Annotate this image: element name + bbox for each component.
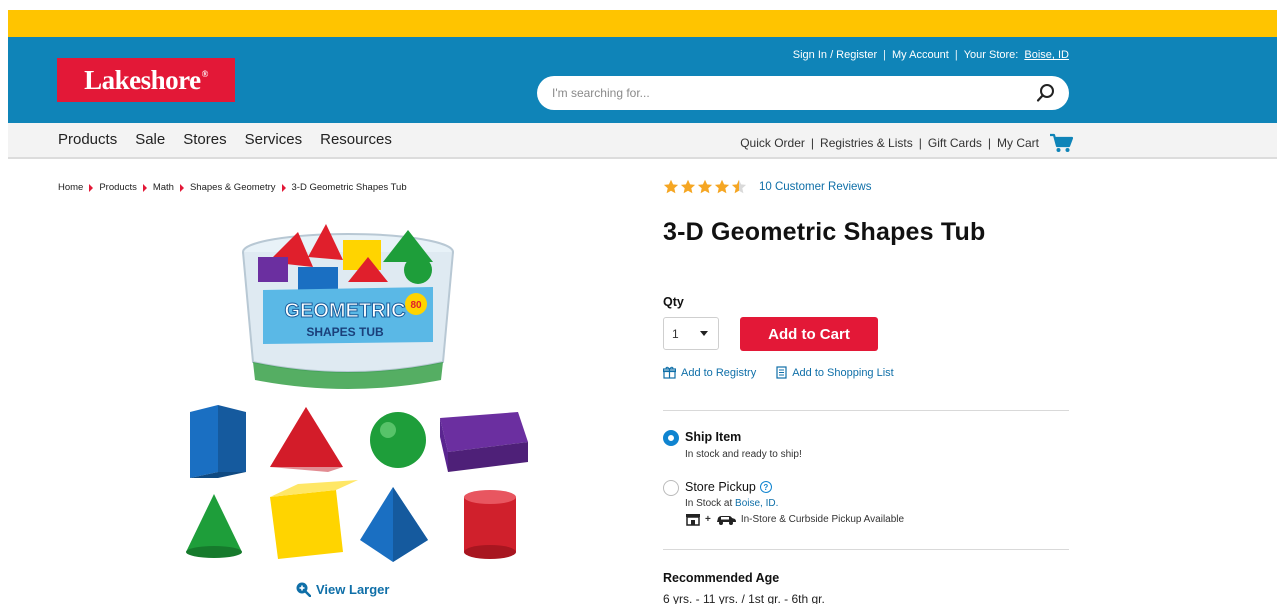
utility-links: Sign In / Register | My Account | Your S… xyxy=(793,49,1069,61)
pickup-stock-prefix: In Stock at xyxy=(685,498,733,509)
search-input[interactable] xyxy=(552,86,1035,100)
your-store-label: Your Store: xyxy=(963,49,1019,61)
breadcrumb-arrow-icon xyxy=(281,183,286,192)
add-to-registry-label: Add to Registry xyxy=(681,366,757,379)
store-pickup-title-row: Store Pickup ? xyxy=(685,480,772,494)
add-to-shopping-list-label: Add to Shopping List xyxy=(792,366,894,379)
utility-separator: | xyxy=(883,49,886,61)
nav-sale[interactable]: Sale xyxy=(135,131,165,148)
breadcrumb-current: 3-D Geometric Shapes Tub xyxy=(291,182,407,193)
breadcrumb: Home Products Math Shapes & Geometry 3-D… xyxy=(58,182,407,193)
store-icon xyxy=(686,514,700,526)
logo-text: Lakeshore xyxy=(84,64,201,95)
breadcrumb-arrow-icon xyxy=(179,183,184,192)
logo-registered-mark: ® xyxy=(201,69,209,79)
divider xyxy=(663,410,1069,411)
zoom-icon xyxy=(296,582,311,597)
nav-primary: Products Sale Stores Services Resources xyxy=(58,131,392,148)
sign-in-link[interactable]: Sign In / Register xyxy=(793,49,877,61)
qty-select[interactable]: 1 xyxy=(663,317,719,350)
nav-products[interactable]: Products xyxy=(58,131,117,148)
tub-badge: 80 xyxy=(410,300,422,311)
chevron-down-icon xyxy=(700,331,708,336)
breadcrumb-arrow-icon xyxy=(142,183,147,192)
qty-value: 1 xyxy=(672,326,679,341)
promo-top-bar xyxy=(8,10,1277,37)
nav-separator: | xyxy=(987,136,991,150)
pickup-location-link[interactable]: Boise, ID. xyxy=(735,498,778,509)
breadcrumb-arrow-icon xyxy=(89,183,94,192)
star-rating xyxy=(663,179,747,194)
breadcrumb-home[interactable]: Home xyxy=(58,182,83,193)
nav-resources[interactable]: Resources xyxy=(320,131,392,148)
add-to-registry-link[interactable]: Add to Registry xyxy=(663,366,756,379)
page: Lakeshore ® Sign In / Register | My Accou… xyxy=(8,10,1277,604)
star-icon xyxy=(680,179,696,194)
car-icon xyxy=(716,516,736,525)
main-nav: Products Sale Stores Services Resources … xyxy=(8,123,1277,159)
nav-separator: | xyxy=(810,136,815,150)
gift-cards-link[interactable]: Gift Cards xyxy=(928,136,982,150)
registries-lists-link[interactable]: Registries & Lists xyxy=(820,136,913,150)
list-icon xyxy=(776,366,787,379)
my-cart-link[interactable]: My Cart xyxy=(997,136,1039,150)
store-pickup-title: Store Pickup xyxy=(685,480,756,494)
qty-label: Qty xyxy=(663,295,684,309)
cart-icon[interactable] xyxy=(1049,133,1073,153)
ship-item-radio[interactable] xyxy=(663,430,679,446)
search-bar xyxy=(537,76,1069,110)
add-to-shopping-list-link[interactable]: Add to Shopping List xyxy=(776,366,894,379)
add-to-cart-button[interactable]: Add to Cart xyxy=(740,317,878,351)
breadcrumb-shapes-geometry[interactable]: Shapes & Geometry xyxy=(190,182,276,193)
site-header: Lakeshore ® Sign In / Register | My Accou… xyxy=(8,37,1277,123)
product-title: 3-D Geometric Shapes Tub xyxy=(663,218,986,246)
divider xyxy=(663,549,1069,550)
my-account-link[interactable]: My Account xyxy=(892,49,949,61)
list-links: Add to Registry Add to Shopping List xyxy=(663,366,894,379)
ship-item-title: Ship Item xyxy=(685,430,742,444)
your-store-link[interactable]: Boise, ID xyxy=(1024,49,1069,61)
recommended-age-value: 6 yrs. - 11 yrs. / 1st gr. - 6th gr. xyxy=(663,592,825,604)
nav-separator: | xyxy=(918,136,922,150)
tub-label-line2: SHAPES TUB xyxy=(306,325,384,339)
customer-reviews-link[interactable]: 10 Customer Reviews xyxy=(759,181,871,193)
help-icon[interactable]: ? xyxy=(759,481,772,493)
search-icon[interactable] xyxy=(1035,82,1057,104)
view-larger-label: View Larger xyxy=(316,581,390,597)
nav-secondary: Quick Order | Registries & Lists | Gift … xyxy=(740,133,1073,153)
product-image[interactable]: GEOMETRIC SHAPES TUB 80 xyxy=(148,222,548,572)
nav-services[interactable]: Services xyxy=(245,131,303,148)
pickup-availability: + In-Store & Curbside Pickup Available xyxy=(685,513,904,526)
pickup-plus: + xyxy=(705,514,711,525)
ship-item-status: In stock and ready to ship! xyxy=(685,449,802,460)
tub-label-line1: GEOMETRIC xyxy=(284,300,405,322)
recommended-age-label: Recommended Age xyxy=(663,571,780,585)
breadcrumb-math[interactable]: Math xyxy=(153,182,174,193)
breadcrumb-products[interactable]: Products xyxy=(99,182,137,193)
view-larger-link[interactable]: View Larger xyxy=(295,581,389,597)
store-pickup-radio[interactable] xyxy=(663,480,679,496)
utility-separator: | xyxy=(954,49,958,61)
star-icon xyxy=(731,179,747,194)
pickup-availability-text: In-Store & Curbside Pickup Available xyxy=(740,514,905,525)
gift-icon xyxy=(663,366,676,379)
nav-stores[interactable]: Stores xyxy=(183,131,226,148)
star-icon xyxy=(714,179,730,194)
lakeshore-logo[interactable]: Lakeshore ® xyxy=(57,58,235,102)
star-icon xyxy=(697,179,713,194)
quick-order-link[interactable]: Quick Order xyxy=(740,136,805,150)
star-icon xyxy=(663,179,679,194)
pickup-stock-status: In Stock at Boise, ID. xyxy=(685,498,778,509)
product-rating: 10 Customer Reviews xyxy=(663,179,871,194)
